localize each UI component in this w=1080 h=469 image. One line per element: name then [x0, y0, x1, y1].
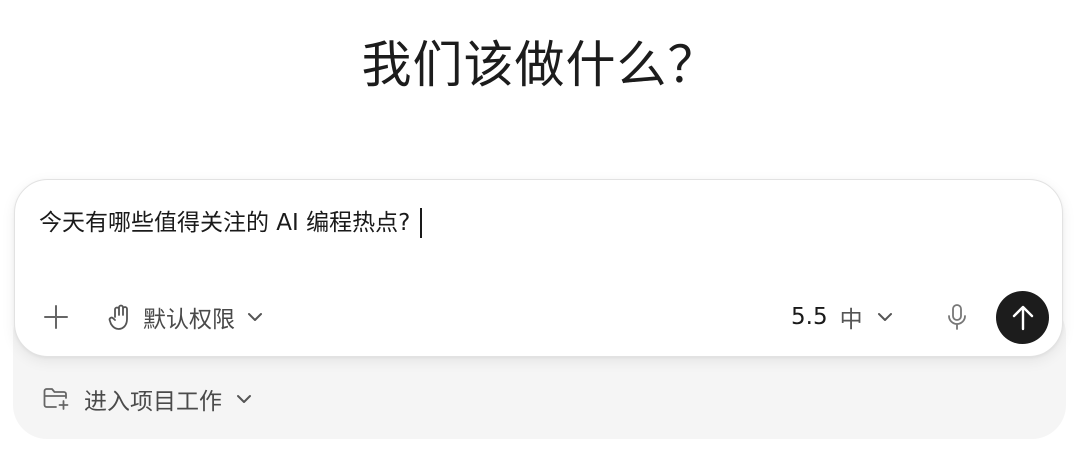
chevron-down-icon — [877, 313, 892, 321]
reasoning-level: 中 — [839, 307, 863, 333]
permission-label: 默认权限 — [143, 307, 235, 333]
microphone-icon — [948, 304, 966, 330]
plus-icon — [44, 305, 68, 329]
model-version: 5.5 — [791, 304, 828, 330]
enter-project-dropdown[interactable]: 进入项目工作 — [42, 381, 254, 417]
arrow-up-icon — [1012, 305, 1033, 330]
chevron-down-icon — [248, 313, 262, 321]
send-button[interactable] — [996, 291, 1049, 344]
chevron-down-icon — [237, 395, 251, 403]
text-caret — [420, 208, 423, 238]
composer-toolbar: 默认权限 5.5 中 — [15, 290, 1062, 344]
model-selector[interactable]: 5.5 中 — [791, 290, 895, 344]
add-attachment-button[interactable] — [41, 290, 71, 344]
page-title: 我们该做什么？ — [361, 36, 719, 94]
permission-dropdown[interactable]: 默认权限 — [107, 290, 265, 344]
new-task-page: 我们该做什么？ 今天有哪些值得关注的 AI 编程热点? 默认权限 5.5 中 进… — [0, 0, 1080, 469]
folder-plus-icon — [43, 388, 69, 410]
prompt-composer: 今天有哪些值得关注的 AI 编程热点? 默认权限 5.5 中 — [14, 179, 1063, 357]
voice-input-button[interactable] — [943, 290, 971, 344]
enter-project-label: 进入项目工作 — [84, 389, 222, 415]
hand-icon — [108, 304, 128, 330]
prompt-input[interactable]: 今天有哪些值得关注的 AI 编程热点? — [39, 206, 423, 240]
prompt-input-text[interactable]: 今天有哪些值得关注的 AI 编程热点? — [39, 206, 410, 240]
